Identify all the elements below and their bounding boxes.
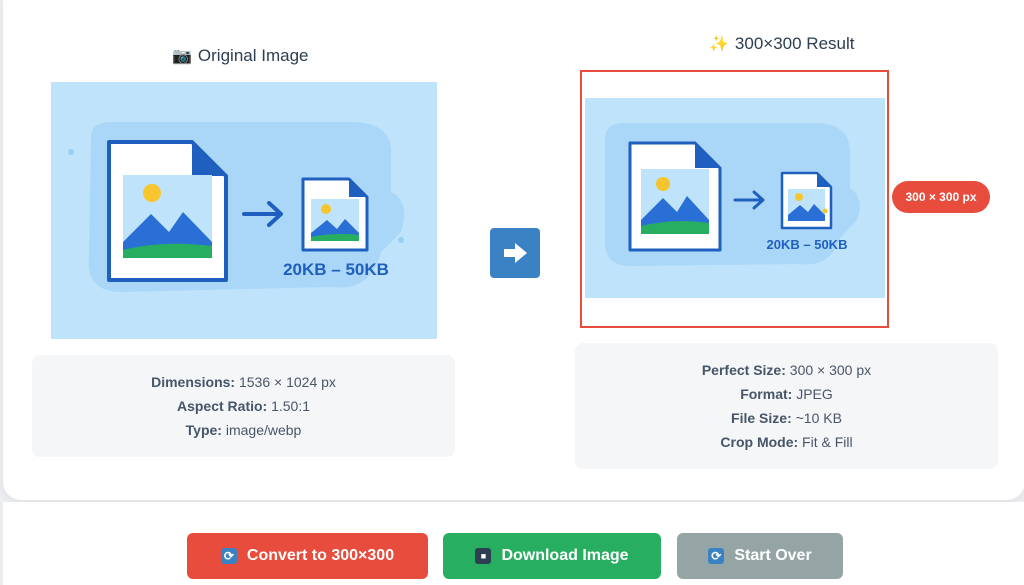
result-image: 20KB – 50KB: [585, 98, 885, 298]
info-row-aspect-ratio: Aspect Ratio: 1.50:1: [176, 398, 311, 414]
original-info-panel: Dimensions: 1536 × 1024 px Aspect Ratio:…: [32, 355, 455, 457]
convert-button[interactable]: ⟳ Convert to 300×300: [187, 533, 428, 579]
result-title-text: 300×300 Result: [734, 34, 855, 53]
large-file-icon: [628, 141, 722, 252]
small-file-icon: [301, 177, 369, 252]
result-title: ✨ 300×300 Result: [709, 34, 855, 54]
info-row-type: Type: image/webp: [185, 422, 302, 438]
size-badge: 300 × 300 px: [892, 181, 990, 213]
result-illustration: 20KB – 50KB: [585, 98, 885, 298]
info-row-perfect-size: Perfect Size: 300 × 300 px: [701, 362, 872, 378]
small-file-icon: [780, 171, 833, 230]
refresh-icon: ⟳: [220, 548, 237, 564]
original-title-text: Original Image: [197, 46, 309, 65]
camera-icon: 📷: [172, 48, 192, 65]
download-button[interactable]: ■ Download Image: [443, 533, 661, 579]
original-image: 20KB – 50KB: [51, 82, 437, 339]
download-button-label: Download Image: [501, 547, 629, 564]
refresh-icon: ⟳: [708, 548, 725, 564]
original-title: 📷 Original Image: [172, 46, 308, 66]
start-over-button-label: Start Over: [734, 547, 812, 564]
convert-button-label: Convert to 300×300: [246, 547, 395, 564]
info-row-format: Format: JPEG: [740, 386, 833, 402]
result-info-panel: Perfect Size: 300 × 300 px Format: JPEG …: [575, 343, 998, 469]
start-over-button[interactable]: ⟳ Start Over: [677, 533, 843, 579]
info-row-dimensions: Dimensions: 1536 × 1024 px: [151, 374, 336, 390]
info-row-file-size: File Size: ~10 KB: [731, 410, 842, 426]
save-disk-icon: ■: [475, 548, 492, 564]
sparkles-icon: ✨: [709, 36, 729, 53]
original-illustration: 20KB – 50KB: [51, 82, 437, 339]
large-file-icon: [107, 140, 228, 282]
info-row-crop-mode: Crop Mode: Fit & Fill: [720, 434, 853, 450]
arrow-right-icon: [490, 228, 540, 278]
size-range-label: 20KB – 50KB: [283, 260, 389, 279]
size-range-label: 20KB – 50KB: [767, 237, 848, 252]
